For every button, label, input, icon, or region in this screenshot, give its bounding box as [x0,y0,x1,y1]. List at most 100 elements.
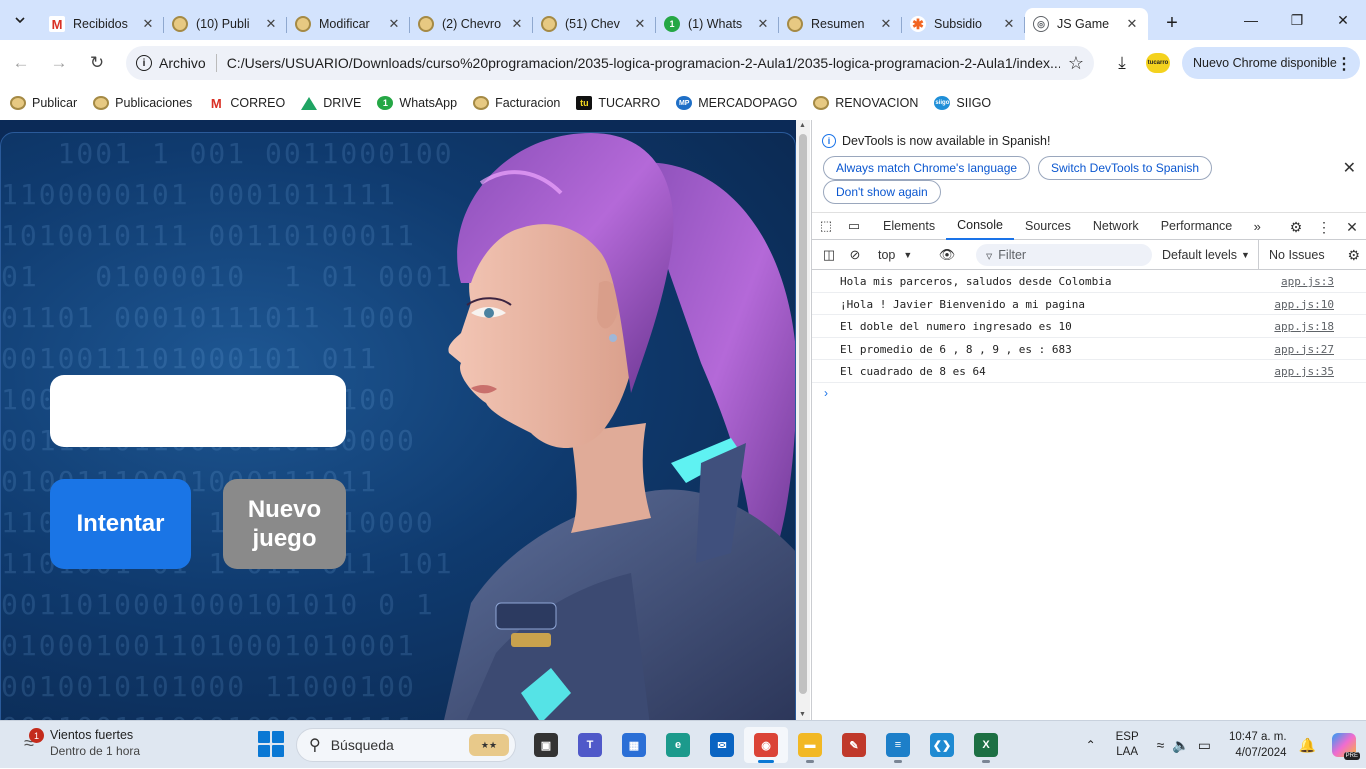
device-toolbar-icon[interactable]: ▭ [840,218,868,234]
log-source-link[interactable]: app.js:27 [1274,343,1334,356]
log-source-link[interactable]: app.js:10 [1274,298,1334,311]
taskbar-app-mail[interactable]: ✉ [700,727,744,763]
reload-button[interactable]: ↻ [80,46,114,80]
log-levels-dropdown[interactable]: Default levels ▼ [1162,240,1250,270]
copilot-icon[interactable]: PRE [1332,733,1360,760]
switch-language-button[interactable]: Switch DevTools to Spanish [1038,156,1213,180]
tab-4[interactable]: (51) Chev ✕ [533,8,656,40]
taskbar-app-vscode[interactable]: ❮❯ [920,727,964,763]
taskbar-search[interactable]: ⚲ Búsqueda ★★ [296,728,516,762]
taskbar-app-pdf[interactable]: ✎ [832,727,876,763]
devtools-tab-performance[interactable]: Performance [1150,212,1244,240]
back-button[interactable]: ← [4,46,38,80]
bookmark-3[interactable]: DRIVE [301,96,361,110]
devtools-tab-sources[interactable]: Sources [1014,212,1082,240]
bookmark-star-icon[interactable]: ☆ [1068,53,1084,74]
close-tab-icon[interactable]: ✕ [878,16,894,32]
kebab-menu-icon[interactable]: ⋮ [1336,54,1352,74]
taskbar-app-file-explorer[interactable]: ▬ [788,727,832,763]
bookmark-5[interactable]: Facturacion [473,96,560,110]
dont-show-again-button[interactable]: Don't show again [823,180,941,204]
devtools-tab-elements[interactable]: Elements [872,212,946,240]
page-scrollbar[interactable]: ▲ ▼ [796,120,810,720]
issues-counter[interactable]: No Issues [1258,240,1325,270]
bookmark-1[interactable]: Publicaciones [93,96,192,110]
new-game-button[interactable]: Nuevo juego [223,479,346,569]
taskbar-app-store[interactable]: ▦ [612,727,656,763]
close-tab-icon[interactable]: ✕ [263,16,279,32]
devtools-tab-console[interactable]: Console [946,212,1014,240]
tab-7[interactable]: ✱ Subsidio ✕ [902,8,1025,40]
notifications-bell-icon[interactable]: 🔔 [1299,737,1316,754]
tab-8[interactable]: ◎ JS Game ✕ [1025,8,1148,40]
settings-icon[interactable]: ⚙ [1282,219,1310,236]
volume-icon[interactable]: 🔈 [1172,737,1189,754]
clock[interactable]: 10:47 a. m. 4/07/2024 [1229,729,1287,761]
close-tab-icon[interactable]: ✕ [509,16,525,32]
context-selector[interactable]: top ▼ [878,248,912,262]
bookmark-0[interactable]: Publicar [10,96,77,110]
close-tab-icon[interactable]: ✕ [1124,16,1140,32]
close-tab-icon[interactable]: ✕ [140,16,156,32]
close-tab-icon[interactable]: ✕ [386,16,402,32]
start-button[interactable] [258,731,284,757]
site-info-icon[interactable]: i [136,55,152,71]
log-source-link[interactable]: app.js:18 [1274,320,1334,333]
taskbar-app-edge[interactable]: e [656,727,700,763]
taskbar-app-task-view[interactable]: ▣ [524,727,568,763]
clear-console-icon[interactable]: ⊘ [842,247,868,263]
address-url[interactable]: C:/Users/USUARIO/Downloads/curso%20progr… [227,55,1060,71]
guess-input[interactable] [50,375,346,447]
new-tab-button[interactable]: + [1158,9,1186,37]
wifi-icon[interactable]: ≈ [1157,737,1165,753]
scroll-up-icon[interactable]: ▲ [799,122,806,129]
address-bar[interactable]: i Archivo C:/Users/USUARIO/Downloads/cur… [126,46,1094,80]
taskbar-app-teams[interactable]: T [568,727,612,763]
filter-input[interactable]: ▿ Filter [976,244,1152,266]
log-source-link[interactable]: app.js:35 [1274,365,1334,378]
bookmark-4[interactable]: 1 WhatsApp [377,96,457,110]
console-prompt[interactable]: › [812,383,1366,405]
try-button[interactable]: Intentar [50,479,191,569]
weather-widget[interactable]: ≈ 1 Vientos fuertes Dentro de 1 hora [16,728,140,758]
show-hidden-icons-icon[interactable]: ⌃ [1086,738,1096,752]
log-source-link[interactable]: app.js:3 [1281,275,1334,288]
taskbar-app-chrome[interactable]: ◉ [744,727,788,763]
close-tab-icon[interactable]: ✕ [1001,16,1017,32]
scrollbar-thumb[interactable] [799,134,807,694]
tab-1[interactable]: (10) Publi ✕ [164,8,287,40]
minimize-button[interactable]: — [1228,0,1274,40]
tab-5[interactable]: 1 (1) Whats ✕ [656,8,779,40]
close-banner-icon[interactable]: ✕ [1343,158,1356,178]
forward-button[interactable]: → [42,46,76,80]
match-language-button[interactable]: Always match Chrome's language [823,156,1031,180]
console-settings-icon[interactable]: ⚙ [1347,247,1360,264]
bookmark-7[interactable]: MP MERCADOPAGO [676,96,797,110]
tab-2[interactable]: Modificar ✕ [287,8,410,40]
devtools-menu-icon[interactable]: ⋮ [1310,219,1338,236]
bookmark-8[interactable]: RENOVACION [813,96,918,110]
more-tabs-icon[interactable]: » [1243,219,1271,234]
live-expression-eye-icon[interactable]: 👁 [934,247,960,263]
taskbar-app-notepad[interactable]: ≡ [876,727,920,763]
inspect-element-icon[interactable]: ⬚ [812,218,840,234]
close-window-button[interactable]: ✕ [1320,0,1366,40]
scroll-down-icon[interactable]: ▼ [799,711,806,718]
tab-6[interactable]: Resumen ✕ [779,8,902,40]
tab-0[interactable]: M Recibidos ✕ [41,8,164,40]
taskbar-app-excel[interactable]: X [964,727,1008,763]
bookmark-2[interactable]: M CORREO [208,96,285,111]
close-devtools-icon[interactable]: ✕ [1338,219,1366,236]
chrome-update-button[interactable]: Nuevo Chrome disponible ⋮ [1182,47,1360,79]
battery-icon[interactable]: ▭ [1198,737,1211,754]
close-tab-icon[interactable]: ✕ [632,16,648,32]
bookmark-6[interactable]: tu TUCARRO [576,96,660,110]
bookmark-9[interactable]: siigo SIIGO [934,96,991,110]
tucarro-extension-icon[interactable]: tucarro [1146,53,1170,73]
restore-button[interactable]: ❐ [1274,0,1320,40]
sidebar-toggle-icon[interactable]: ◫ [816,247,842,263]
devtools-tab-network[interactable]: Network [1082,212,1150,240]
tab-search-button[interactable] [7,7,33,33]
tab-3[interactable]: (2) Chevro ✕ [410,8,533,40]
language-indicator[interactable]: ESP LAA [1116,730,1139,760]
